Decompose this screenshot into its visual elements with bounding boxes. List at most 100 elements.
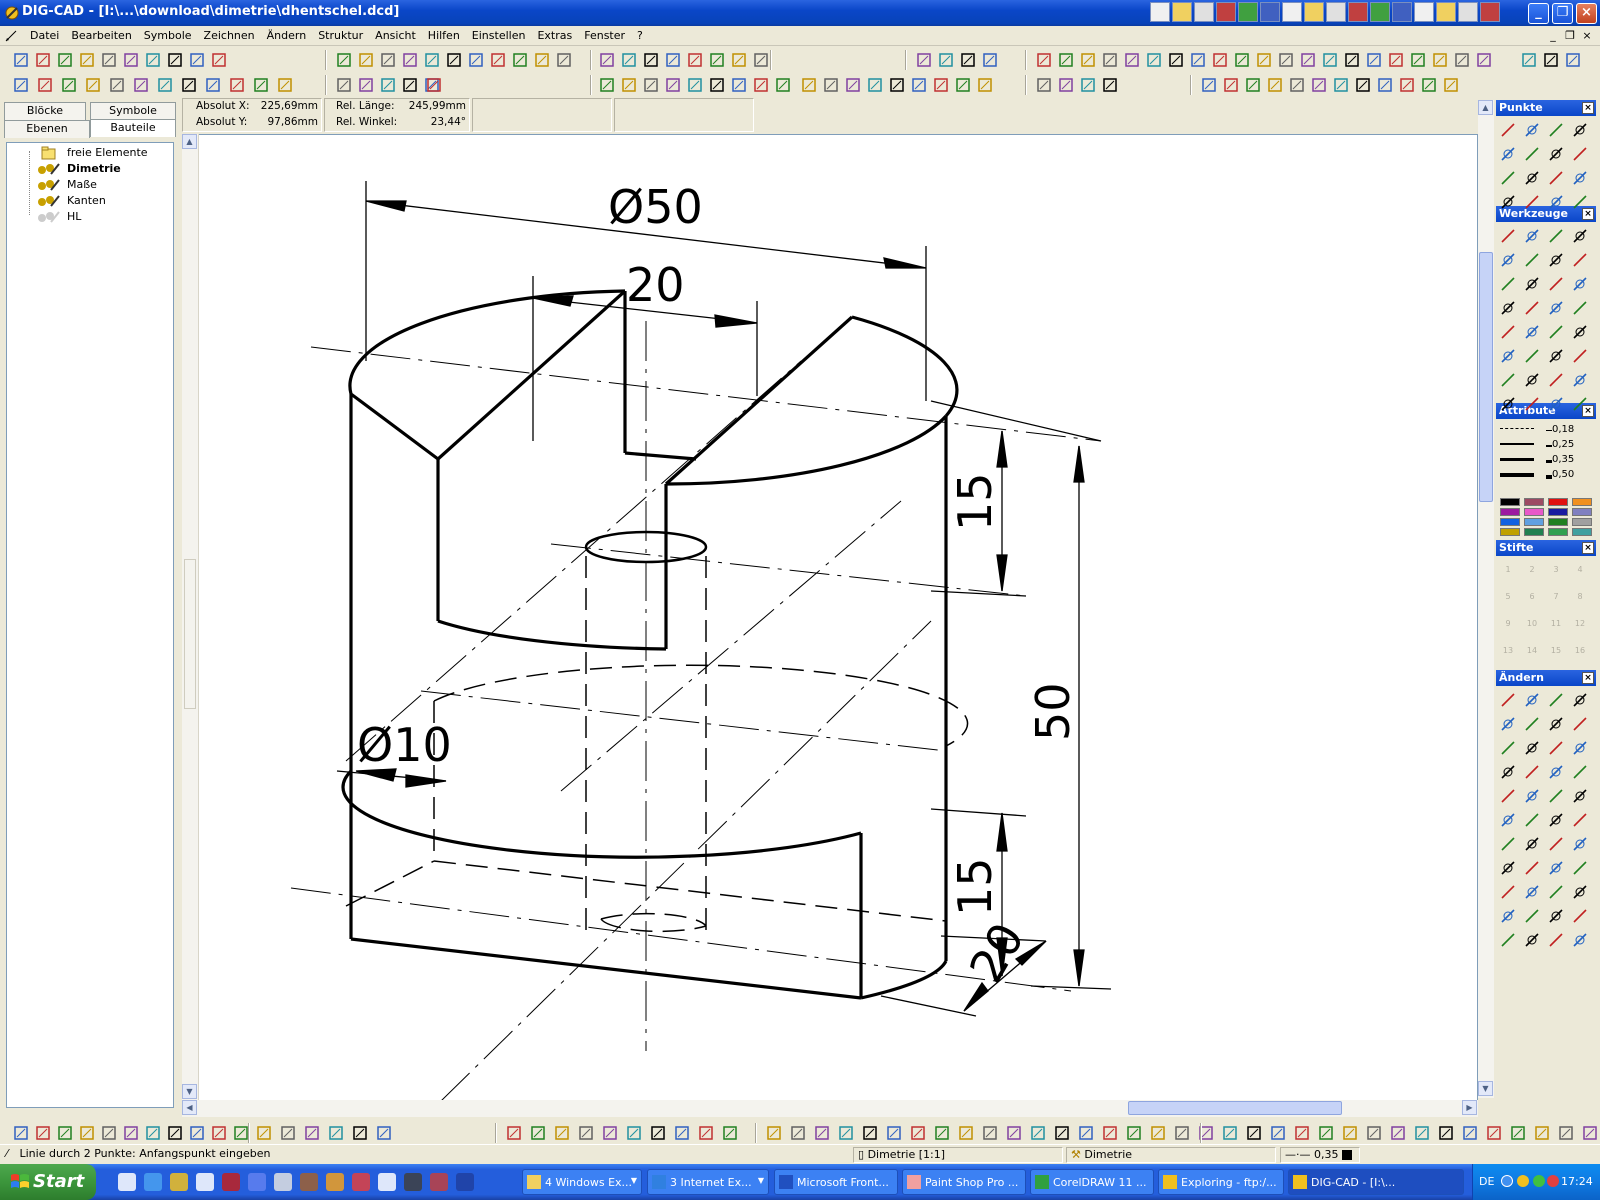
restore-button[interactable]: ❐ <box>1552 3 1573 24</box>
linewidth-050[interactable]: 0,50 <box>1552 469 1574 480</box>
dimension-tool-icon[interactable] <box>1149 1124 1167 1142</box>
dimension-tool-icon[interactable] <box>981 1124 999 1142</box>
edit-tool-icon[interactable] <box>467 51 485 69</box>
quicklaunch-icon[interactable] <box>222 1173 240 1191</box>
dimension-tool-icon[interactable] <box>885 1124 903 1142</box>
modify-tool-icon[interactable] <box>1570 786 1590 806</box>
modify-tool-icon[interactable] <box>1498 786 1518 806</box>
palette-close-punkte[interactable]: × <box>1582 102 1594 114</box>
block-tool-icon[interactable] <box>1222 76 1240 94</box>
block-tool-icon[interactable] <box>1310 76 1328 94</box>
point-tool-icon[interactable] <box>1546 168 1566 188</box>
modify-tool-icon[interactable] <box>1522 690 1542 710</box>
color-swatch[interactable] <box>1548 528 1568 536</box>
modify-tool-icon[interactable] <box>1546 930 1566 950</box>
layer-tool-icon[interactable] <box>981 51 999 69</box>
draw-tool-icon[interactable] <box>1546 394 1566 414</box>
line-tool-icon[interactable] <box>351 1124 369 1142</box>
titlebar-app-icon[interactable] <box>1150 2 1170 22</box>
render-tool-icon[interactable] <box>1101 76 1119 94</box>
dimension-tool-icon[interactable] <box>1509 1124 1527 1142</box>
snap-tool-icon[interactable] <box>686 51 704 69</box>
quicklaunch-icon[interactable] <box>430 1173 448 1191</box>
quicklaunch-icon[interactable] <box>274 1173 292 1191</box>
modify-tool-icon[interactable] <box>1498 906 1518 926</box>
draw-tool-icon[interactable] <box>1498 322 1518 342</box>
titlebar-app-icon[interactable] <box>1414 2 1434 22</box>
block-tool-icon[interactable] <box>1354 76 1372 94</box>
construct-tool-icon[interactable] <box>1343 51 1361 69</box>
dimension-tool-icon[interactable] <box>765 1124 783 1142</box>
color-swatch[interactable] <box>1500 518 1520 526</box>
modify-tool-icon[interactable] <box>1498 714 1518 734</box>
tree-item[interactable]: Dimetrie <box>7 161 167 177</box>
file-tool-icon[interactable] <box>122 51 140 69</box>
zoom-tool-icon[interactable] <box>774 76 792 94</box>
modify-tool-icon[interactable] <box>1570 858 1590 878</box>
tray-security-icon[interactable] <box>1547 1175 1559 1187</box>
dimension-tool-icon[interactable] <box>1221 1124 1239 1142</box>
modify-tool-icon[interactable] <box>1546 834 1566 854</box>
quicklaunch-icon[interactable] <box>404 1173 422 1191</box>
group-tool-icon[interactable] <box>204 76 222 94</box>
modify-tool-icon[interactable] <box>1570 810 1590 830</box>
modify-tool-icon[interactable] <box>1570 834 1590 854</box>
quicklaunch-icon[interactable] <box>326 1173 344 1191</box>
block-tool-icon[interactable] <box>1442 76 1460 94</box>
dimension-tool-icon[interactable] <box>1125 1124 1143 1142</box>
draw-tool-icon[interactable] <box>1498 298 1518 318</box>
tab-ebenen[interactable]: Ebenen <box>4 120 90 138</box>
menu-item-10[interactable]: Fenster <box>578 29 631 42</box>
zoom-tool-icon[interactable] <box>708 76 726 94</box>
minimize-button[interactable]: _ <box>1528 3 1549 24</box>
circle-tool-icon[interactable] <box>625 1124 643 1142</box>
layer-tool-icon[interactable] <box>937 51 955 69</box>
construct-tool-icon[interactable] <box>1101 51 1119 69</box>
point-tool-icon[interactable] <box>1498 144 1518 164</box>
vertical-scrollbar[interactable]: ▲ ▼ <box>1478 100 1495 1098</box>
dimension-tool-icon[interactable] <box>1581 1124 1599 1142</box>
point-tool-icon[interactable] <box>1546 192 1566 212</box>
color-swatch[interactable] <box>1524 518 1544 526</box>
titlebar-app-icon[interactable] <box>1216 2 1236 22</box>
draw-tool-icon[interactable] <box>1570 226 1590 246</box>
close-button[interactable]: × <box>1576 3 1597 24</box>
draw-tool-icon[interactable] <box>1570 322 1590 342</box>
tray-collapse-icon[interactable] <box>1501 1175 1513 1187</box>
draw-tool-icon[interactable] <box>1522 322 1542 342</box>
linestyle-sample[interactable] <box>1500 458 1534 461</box>
circle-tool-icon[interactable] <box>673 1124 691 1142</box>
scroll-up-button[interactable]: ▲ <box>1478 100 1493 115</box>
dimension-tool-icon[interactable] <box>1533 1124 1551 1142</box>
start-button[interactable]: Start <box>0 1164 96 1200</box>
pen-button[interactable]: 9 <box>1498 614 1518 634</box>
construct-tool-icon[interactable] <box>1431 51 1449 69</box>
group-tool-icon[interactable] <box>12 76 30 94</box>
tab-bloecke[interactable]: Blöcke <box>4 102 86 120</box>
vertical-scroll-thumb[interactable] <box>1479 252 1493 502</box>
color-swatch[interactable] <box>1572 508 1592 516</box>
snap-tool-icon[interactable] <box>708 51 726 69</box>
point-tool-icon[interactable] <box>1498 168 1518 188</box>
mdi-restore-button[interactable]: ❐ <box>1563 29 1577 43</box>
solid-tool-icon[interactable] <box>100 1124 118 1142</box>
solid-tool-icon[interactable] <box>144 1124 162 1142</box>
modify-tool-icon[interactable] <box>1522 834 1542 854</box>
construct-tool-icon[interactable] <box>1079 51 1097 69</box>
draw-tool-icon[interactable] <box>1570 250 1590 270</box>
pen-button[interactable]: 10 <box>1522 614 1542 634</box>
construct-tool-icon[interactable] <box>1299 51 1317 69</box>
construct-tool-icon[interactable] <box>1321 51 1339 69</box>
line-tool-icon[interactable] <box>303 1124 321 1142</box>
modify-tool-icon[interactable] <box>1522 930 1542 950</box>
solid-tool-icon[interactable] <box>122 1124 140 1142</box>
quicklaunch-icon[interactable] <box>196 1173 214 1191</box>
draw-tool-icon[interactable] <box>1570 298 1590 318</box>
modify-tool-icon[interactable] <box>1498 858 1518 878</box>
draw-tool-icon[interactable] <box>1498 370 1518 390</box>
menu-item-1[interactable]: Bearbeiten <box>65 29 137 42</box>
pen-button[interactable]: 1 <box>1498 560 1518 580</box>
draw-tool-icon[interactable] <box>1546 322 1566 342</box>
circle-tool-icon[interactable] <box>721 1124 739 1142</box>
edit-tool-icon[interactable] <box>379 51 397 69</box>
